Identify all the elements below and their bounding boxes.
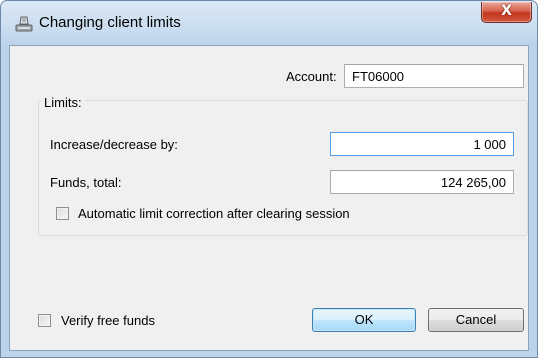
limits-group-title: Limits: [41, 95, 85, 110]
cancel-button[interactable]: Cancel [428, 308, 524, 332]
dialog-window: Changing client limits X Account: Limits… [0, 0, 538, 358]
account-field[interactable] [344, 64, 524, 88]
increase-decrease-label: Increase/decrease by: [50, 137, 178, 152]
auto-correction-checkbox[interactable] [56, 207, 69, 220]
dialog-content: Account: Limits: Increase/decrease by: F… [9, 45, 529, 351]
client-limits-icon [15, 16, 33, 32]
close-icon: X [501, 3, 512, 19]
funds-total-label: Funds, total: [50, 175, 122, 190]
window-title: Changing client limits [39, 14, 181, 31]
verify-free-funds-checkbox[interactable] [38, 314, 51, 327]
verify-free-funds-label[interactable]: Verify free funds [61, 313, 155, 328]
account-label: Account: [286, 69, 337, 84]
funds-total-field[interactable] [330, 170, 514, 194]
increase-decrease-field[interactable] [330, 132, 514, 156]
close-button[interactable]: X [481, 2, 532, 23]
auto-correction-label[interactable]: Automatic limit correction after clearin… [78, 206, 350, 221]
ok-button[interactable]: OK [312, 308, 416, 332]
title-bar[interactable]: Changing client limits X [1, 1, 537, 45]
